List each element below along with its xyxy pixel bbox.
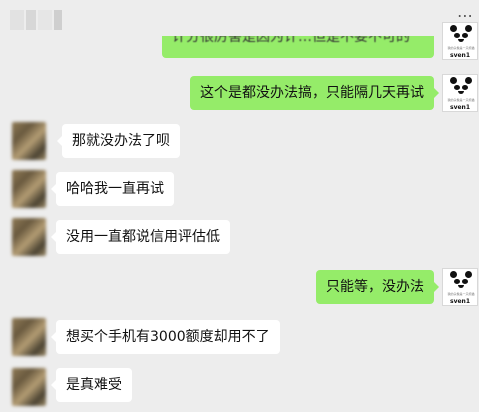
avatar-tagline: 我的头像是一只熊猫 <box>447 98 475 102</box>
message-bubble-incoming[interactable]: 哈哈我一直再试 <box>51 172 174 206</box>
contact-avatar[interactable] <box>12 368 46 406</box>
self-avatar[interactable]: 我的头像是一只熊猫 sven1 <box>442 268 478 306</box>
message-row: 是真难受 <box>0 364 479 410</box>
contact-avatar[interactable] <box>12 122 46 160</box>
message-text: 这个是都没办法搞，只能隔几天再试 <box>200 85 424 101</box>
message-text: 想买个手机有3000额度却用不了 <box>66 329 270 345</box>
avatar-tagline: 我的头像是一只熊猫 <box>447 292 475 296</box>
contact-avatar[interactable] <box>12 170 46 208</box>
avatar-tagline: 我的头像是一只熊猫 <box>447 46 475 50</box>
message-bubble-outgoing[interactable]: 只能等，没办法 <box>316 270 439 304</box>
contact-avatar[interactable] <box>12 318 46 356</box>
message-bubble-incoming[interactable]: 没用一直都说信用评估低 <box>51 220 230 254</box>
avatar-name: sven1 <box>450 52 470 59</box>
message-bubble-outgoing[interactable]: 这个是都没办法搞，只能隔几天再试 <box>190 76 439 110</box>
message-bubble-incoming[interactable]: 那就没办法了呗 <box>57 124 180 158</box>
message-row: 计分很厉害是因为计…但是不要不可的 我的头像是一只熊猫 sven1 <box>0 22 479 62</box>
avatar-name: sven1 <box>450 298 470 305</box>
message-row: 那就没办法了呗 <box>0 120 479 162</box>
message-text: 那就没办法了呗 <box>72 133 170 149</box>
avatar-name: sven1 <box>450 104 470 111</box>
message-text: 没用一直都说信用评估低 <box>66 229 220 245</box>
message-bubble-incoming[interactable]: 是真难受 <box>51 368 132 402</box>
panda-icon <box>450 25 472 45</box>
message-text: 哈哈我一直再试 <box>66 181 164 197</box>
message-bubble-outgoing[interactable]: 计分很厉害是因为计…但是不要不可的 <box>162 36 434 58</box>
message-text: 是真难受 <box>66 377 122 393</box>
chat-title-blurred <box>10 10 70 30</box>
message-row: 没用一直都说信用评估低 <box>0 216 479 258</box>
contact-avatar[interactable] <box>12 218 46 256</box>
message-text: 只能等，没办法 <box>326 279 424 295</box>
chat-header: ⋯ <box>0 0 479 36</box>
message-text: 计分很厉害是因为计…但是不要不可的 <box>172 36 410 45</box>
panda-icon <box>450 77 472 97</box>
panda-icon <box>450 271 472 291</box>
self-avatar[interactable]: 我的头像是一只熊猫 sven1 <box>442 22 478 60</box>
message-row: 哈哈我一直再试 <box>0 168 479 210</box>
self-avatar[interactable]: 我的头像是一只熊猫 sven1 <box>442 74 478 112</box>
message-row: 只能等，没办法 我的头像是一只熊猫 sven1 <box>0 266 479 308</box>
message-row: 这个是都没办法搞，只能隔几天再试 我的头像是一只熊猫 sven1 <box>0 74 479 114</box>
message-row: 想买个手机有3000额度却用不了 <box>0 316 479 358</box>
message-bubble-incoming[interactable]: 想买个手机有3000额度却用不了 <box>51 320 280 354</box>
